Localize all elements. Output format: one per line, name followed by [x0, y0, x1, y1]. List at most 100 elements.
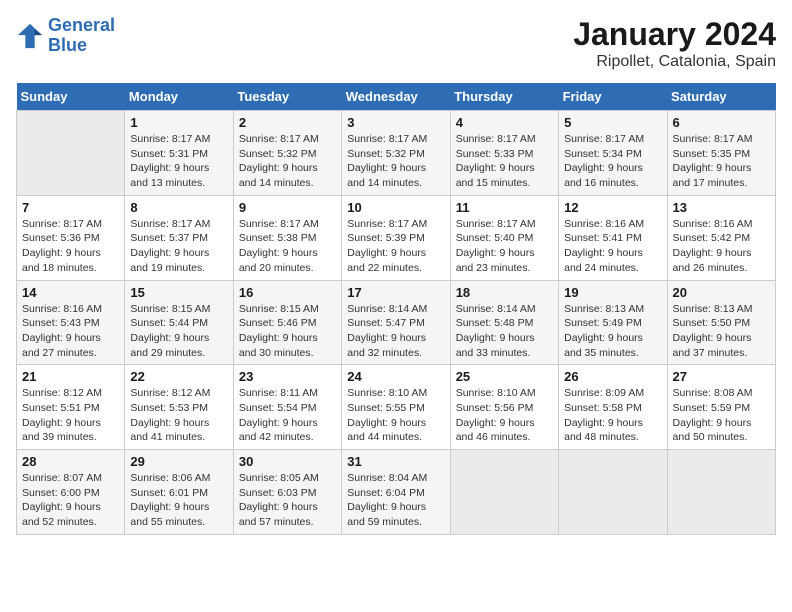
- calendar-cell: 29Sunrise: 8:06 AMSunset: 6:01 PMDayligh…: [125, 450, 233, 535]
- weekday-header: Wednesday: [342, 83, 450, 111]
- sunrise-text: Sunrise: 8:17 AM: [347, 217, 444, 232]
- daylight-text: Daylight: 9 hours and 14 minutes.: [347, 161, 444, 190]
- calendar-cell: 3Sunrise: 8:17 AMSunset: 5:32 PMDaylight…: [342, 111, 450, 196]
- day-number: 17: [347, 285, 444, 300]
- day-number: 7: [22, 200, 119, 215]
- sunset-text: Sunset: 5:32 PM: [239, 147, 336, 162]
- day-info: Sunrise: 8:08 AMSunset: 5:59 PMDaylight:…: [673, 386, 770, 445]
- calendar-cell: 10Sunrise: 8:17 AMSunset: 5:39 PMDayligh…: [342, 195, 450, 280]
- day-number: 6: [673, 115, 770, 130]
- sunrise-text: Sunrise: 8:16 AM: [673, 217, 770, 232]
- sunrise-text: Sunrise: 8:15 AM: [239, 302, 336, 317]
- sunrise-text: Sunrise: 8:14 AM: [347, 302, 444, 317]
- day-info: Sunrise: 8:10 AMSunset: 5:55 PMDaylight:…: [347, 386, 444, 445]
- day-info: Sunrise: 8:05 AMSunset: 6:03 PMDaylight:…: [239, 471, 336, 530]
- sunset-text: Sunset: 5:33 PM: [456, 147, 553, 162]
- sunset-text: Sunset: 5:49 PM: [564, 316, 661, 331]
- day-info: Sunrise: 8:14 AMSunset: 5:48 PMDaylight:…: [456, 302, 553, 361]
- calendar-cell: 15 Sunrise: 8:15 AMSunset: 5:44 PMDayligh…: [125, 280, 233, 365]
- day-number: 12: [564, 200, 661, 215]
- sunrise-text: Sunrise: 8:17 AM: [673, 132, 770, 147]
- day-info: Sunrise: 8:12 AMSunset: 5:53 PMDaylight:…: [130, 386, 227, 445]
- sunrise-text: Sunrise: 8:17 AM: [456, 132, 553, 147]
- day-info: Sunrise: 8:06 AMSunset: 6:01 PMDaylight:…: [130, 471, 227, 530]
- calendar-cell: 21 Sunrise: 8:12 AMSunset: 5:51 PMDayligh…: [17, 365, 125, 450]
- day-number: 22: [130, 369, 227, 384]
- calendar-cell: 9Sunrise: 8:17 AMSunset: 5:38 PMDaylight…: [233, 195, 341, 280]
- calendar-cell: 19Sunrise: 8:13 AMSunset: 5:49 PMDayligh…: [559, 280, 667, 365]
- daylight-text: Daylight: 9 hours and 15 minutes.: [456, 161, 553, 190]
- calendar-week-row: 14Sunrise: 8:16 AMSunset: 5:43 PMDayligh…: [17, 280, 776, 365]
- calendar-cell: 31Sunrise: 8:04 AMSunset: 6:04 PMDayligh…: [342, 450, 450, 535]
- calendar-week-row: 7Sunrise: 8:17 AMSunset: 5:36 PMDaylight…: [17, 195, 776, 280]
- day-number: 5: [564, 115, 661, 130]
- day-number: 21: [22, 369, 119, 384]
- daylight-text: Daylight: 9 hours and 26 minutes.: [673, 246, 770, 275]
- daylight-text: Daylight: 9 hours and 14 minutes.: [239, 161, 336, 190]
- sunrise-text: Sunrise: 8:10 AM: [347, 386, 444, 401]
- calendar-table: SundayMondayTuesdayWednesdayThursdayFrid…: [16, 83, 776, 535]
- sunset-text: Sunset: 5:43 PM: [22, 316, 119, 331]
- day-number: 4: [456, 115, 553, 130]
- sunrise-text: Sunrise: 8:13 AM: [564, 302, 661, 317]
- sunset-text: Sunset: 5:48 PM: [456, 316, 553, 331]
- daylight-text: Daylight: 9 hours and 52 minutes.: [22, 500, 119, 529]
- day-number: 23: [239, 369, 336, 384]
- weekday-header: Thursday: [450, 83, 558, 111]
- day-number: 11: [456, 200, 553, 215]
- day-info: Sunrise: 8:14 AMSunset: 5:47 PMDaylight:…: [347, 302, 444, 361]
- sunset-text: Sunset: 5:34 PM: [564, 147, 661, 162]
- sunrise-text: Sunrise: 8:17 AM: [239, 217, 336, 232]
- day-info: Sunrise: 8:07 AMSunset: 6:00 PMDaylight:…: [22, 471, 119, 530]
- calendar-header-row: SundayMondayTuesdayWednesdayThursdayFrid…: [17, 83, 776, 111]
- daylight-text: Daylight: 9 hours and 24 minutes.: [564, 246, 661, 275]
- calendar-cell: 14Sunrise: 8:16 AMSunset: 5:43 PMDayligh…: [17, 280, 125, 365]
- calendar-cell: [450, 450, 558, 535]
- daylight-text: Daylight: 9 hours and 30 minutes.: [239, 331, 336, 360]
- daylight-text: Daylight: 9 hours and 33 minutes.: [456, 331, 553, 360]
- sunset-text: Sunset: 5:32 PM: [347, 147, 444, 162]
- sunset-text: Sunset: 5:58 PM: [564, 401, 661, 416]
- calendar-cell: 22 Sunrise: 8:12 AMSunset: 5:53 PMDayligh…: [125, 365, 233, 450]
- daylight-text: Daylight: 9 hours and 41 minutes.: [130, 416, 227, 445]
- page-title: January 2024: [573, 16, 776, 53]
- sunrise-text: Sunrise: 8:04 AM: [347, 471, 444, 486]
- calendar-cell: 13Sunrise: 8:16 AMSunset: 5:42 PMDayligh…: [667, 195, 775, 280]
- weekday-header: Tuesday: [233, 83, 341, 111]
- sunset-text: Sunset: 5:31 PM: [130, 147, 227, 162]
- day-info: Sunrise: 8:15 AMSunset: 5:44 PMDaylight:…: [130, 302, 227, 361]
- daylight-text: Daylight: 9 hours and 48 minutes.: [564, 416, 661, 445]
- calendar-cell: [559, 450, 667, 535]
- calendar-cell: 6Sunrise: 8:17 AMSunset: 5:35 PMDaylight…: [667, 111, 775, 196]
- sunrise-text: Sunrise: 8:15 AM: [130, 302, 227, 317]
- day-info: Sunrise: 8:17 AMSunset: 5:38 PMDaylight:…: [239, 217, 336, 276]
- calendar-cell: 1Sunrise: 8:17 AMSunset: 5:31 PMDaylight…: [125, 111, 233, 196]
- day-number: 20: [673, 285, 770, 300]
- sunrise-text: Sunrise: 8:14 AM: [456, 302, 553, 317]
- weekday-header: Monday: [125, 83, 233, 111]
- sunset-text: Sunset: 5:59 PM: [673, 401, 770, 416]
- day-number: 31: [347, 454, 444, 469]
- daylight-text: Daylight: 9 hours and 17 minutes.: [673, 161, 770, 190]
- logo: General Blue: [16, 16, 115, 56]
- calendar-cell: 30Sunrise: 8:05 AMSunset: 6:03 PMDayligh…: [233, 450, 341, 535]
- day-info: Sunrise: 8:16 AMSunset: 5:41 PMDaylight:…: [564, 217, 661, 276]
- day-info: Sunrise: 8:12 AMSunset: 5:51 PMDaylight:…: [22, 386, 119, 445]
- day-info: Sunrise: 8:17 AMSunset: 5:32 PMDaylight:…: [347, 132, 444, 191]
- day-number: 15: [130, 285, 227, 300]
- day-number: 13: [673, 200, 770, 215]
- day-number: 25: [456, 369, 553, 384]
- daylight-text: Daylight: 9 hours and 32 minutes.: [347, 331, 444, 360]
- day-number: 10: [347, 200, 444, 215]
- calendar-cell: 24Sunrise: 8:10 AMSunset: 5:55 PMDayligh…: [342, 365, 450, 450]
- weekday-header: Sunday: [17, 83, 125, 111]
- day-info: Sunrise: 8:17 AMSunset: 5:40 PMDaylight:…: [456, 217, 553, 276]
- sunrise-text: Sunrise: 8:17 AM: [239, 132, 336, 147]
- weekday-header: Saturday: [667, 83, 775, 111]
- sunrise-text: Sunrise: 8:07 AM: [22, 471, 119, 486]
- sunset-text: Sunset: 5:47 PM: [347, 316, 444, 331]
- day-number: 16: [239, 285, 336, 300]
- sunset-text: Sunset: 5:37 PM: [130, 231, 227, 246]
- day-number: 1: [130, 115, 227, 130]
- day-info: Sunrise: 8:13 AMSunset: 5:49 PMDaylight:…: [564, 302, 661, 361]
